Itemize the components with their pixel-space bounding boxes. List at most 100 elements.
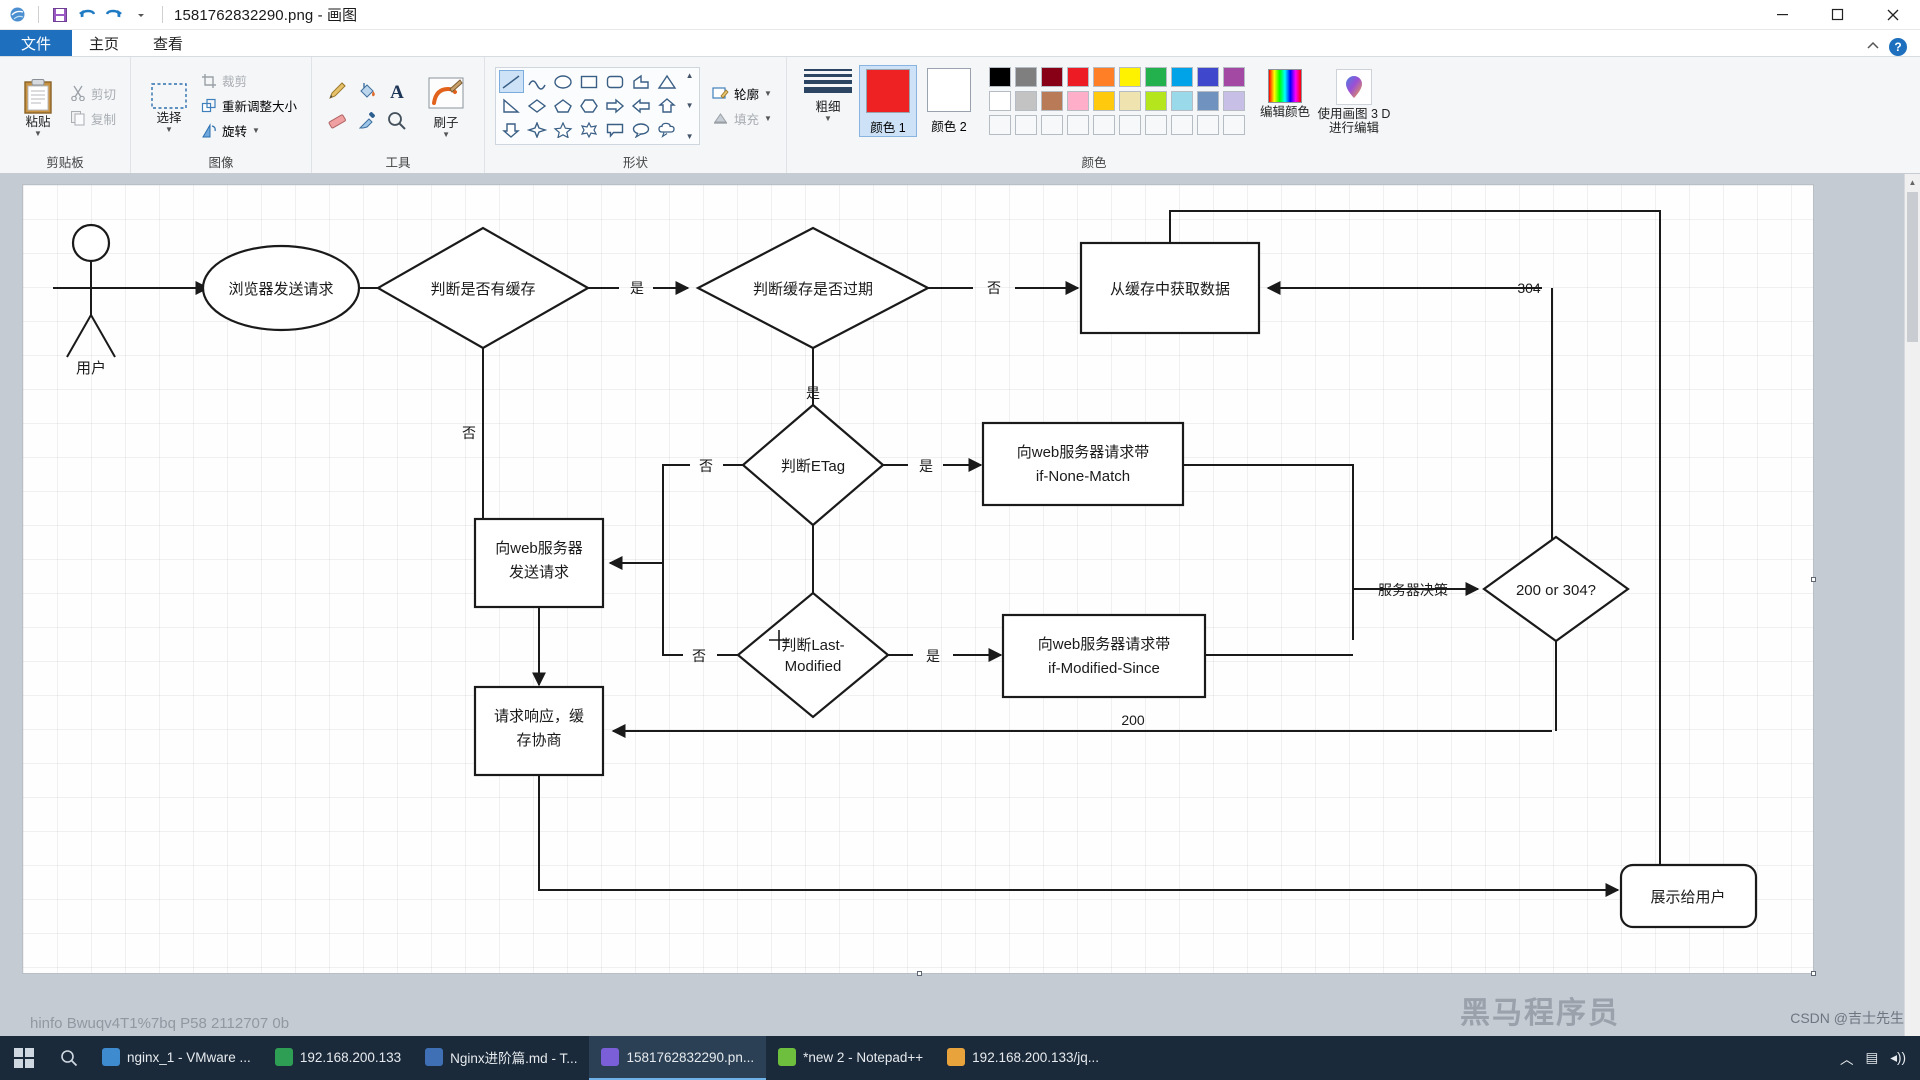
copy-button[interactable]: 复制 <box>66 107 120 130</box>
text-icon[interactable]: A <box>385 79 410 102</box>
color-palette[interactable] <box>989 67 1247 137</box>
taskbar[interactable]: nginx_1 - VMware ...192.168.200.133Nginx… <box>0 1036 1920 1080</box>
triangle-shape[interactable] <box>655 70 680 93</box>
shapes-grid[interactable] <box>498 70 680 142</box>
paste-button[interactable]: 粘贴 ▼ <box>10 74 66 138</box>
color-picker-icon[interactable] <box>355 109 380 132</box>
color2-button[interactable]: 颜色 2 <box>921 65 977 135</box>
palette-swatch-0-7[interactable] <box>1171 67 1193 87</box>
rectangle-shape[interactable] <box>577 70 602 93</box>
palette-custom-slot-3[interactable] <box>1067 115 1089 135</box>
tab-view[interactable]: 查看 <box>136 30 200 56</box>
ribbon-tabs[interactable]: 文件 主页 查看 ? <box>0 30 1920 56</box>
shapes-scroll-up-icon[interactable]: ▲ <box>682 71 697 80</box>
palette-custom-slot-7[interactable] <box>1171 115 1193 135</box>
tray-volume-icon[interactable]: ◂)) <box>1890 1050 1906 1066</box>
edit-colors-icon[interactable] <box>1268 69 1302 103</box>
magnifier-icon[interactable] <box>385 109 410 132</box>
shapes-gallery[interactable]: ▲ ▼ ▼ <box>495 67 700 145</box>
curve-shape[interactable] <box>525 70 550 93</box>
rounded-rectangle-shape[interactable] <box>603 70 628 93</box>
paint-canvas[interactable]: 用户 浏览器发送请求 判断是否有缓存 <box>22 184 1814 974</box>
palette-swatch-0-4[interactable] <box>1093 67 1115 87</box>
hexagon-shape[interactable] <box>577 94 602 117</box>
canvas-resize-handle-right[interactable] <box>1811 577 1816 582</box>
brushes-caret-icon[interactable]: ▼ <box>442 131 450 139</box>
palette-swatch-1-6[interactable] <box>1145 91 1167 111</box>
brushes-button[interactable]: 刷子 ▼ <box>418 73 474 139</box>
taskbar-item[interactable]: nginx_1 - VMware ... <box>90 1036 263 1080</box>
shapes-expand-icon[interactable]: ▼ <box>682 132 697 141</box>
palette-swatch-1-4[interactable] <box>1093 91 1115 111</box>
taskbar-item[interactable]: 192.168.200.133/jq... <box>935 1036 1111 1080</box>
color1-button[interactable]: 颜色 1 <box>859 65 917 137</box>
palette-swatch-1-1[interactable] <box>1015 91 1037 111</box>
palette-custom-slot-6[interactable] <box>1145 115 1167 135</box>
eraser-icon[interactable] <box>325 109 350 132</box>
close-button[interactable] <box>1865 0 1920 30</box>
palette-swatch-1-5[interactable] <box>1119 91 1141 111</box>
palette-swatch-1-7[interactable] <box>1171 91 1193 111</box>
palette-swatch-1-2[interactable] <box>1041 91 1063 111</box>
polygon-shape[interactable] <box>629 70 654 93</box>
taskbar-items[interactable]: nginx_1 - VMware ...192.168.200.133Nginx… <box>90 1036 1111 1080</box>
tools-grid[interactable]: A <box>322 76 412 136</box>
customize-caret-icon[interactable] <box>130 4 152 26</box>
palette-custom-slot-0[interactable] <box>989 115 1011 135</box>
palette-swatch-1-3[interactable] <box>1067 91 1089 111</box>
start-button[interactable] <box>0 1036 48 1080</box>
palette-custom-slot-2[interactable] <box>1041 115 1063 135</box>
thickness-caret-icon[interactable]: ▼ <box>824 115 832 123</box>
select-caret-icon[interactable]: ▼ <box>165 126 173 134</box>
palette-swatch-1-0[interactable] <box>989 91 1011 111</box>
taskbar-item[interactable]: *new 2 - Notepad++ <box>766 1036 935 1080</box>
rotate-caret-icon[interactable]: ▼ <box>252 127 260 135</box>
palette-swatch-0-8[interactable] <box>1197 67 1219 87</box>
down-arrow-shape[interactable] <box>499 118 524 141</box>
ribbon-tabs-right[interactable]: ? <box>1866 38 1920 56</box>
palette-swatch-0-6[interactable] <box>1145 67 1167 87</box>
window-controls[interactable] <box>1755 0 1920 30</box>
pencil-icon[interactable] <box>325 79 350 102</box>
palette-swatch-0-5[interactable] <box>1119 67 1141 87</box>
taskbar-item[interactable]: Nginx进阶篇.md - T... <box>413 1036 589 1080</box>
undo-icon[interactable] <box>76 4 98 26</box>
quick-access-toolbar[interactable] <box>0 4 168 26</box>
palette-swatch-1-8[interactable] <box>1197 91 1219 111</box>
collapse-ribbon-icon[interactable] <box>1866 38 1880 56</box>
resize-button[interactable]: 重新调整大小 <box>197 94 301 117</box>
thickness-button[interactable]: 粗细 ▼ <box>797 65 859 123</box>
system-tray[interactable]: ︿ ▤ ◂)) <box>1840 1048 1920 1068</box>
palette-swatch-0-9[interactable] <box>1223 67 1245 87</box>
taskbar-search-icon[interactable] <box>48 1036 90 1080</box>
palette-swatch-0-2[interactable] <box>1041 67 1063 87</box>
select-button[interactable]: 选择 ▼ <box>141 78 197 134</box>
taskbar-item[interactable]: 1581762832290.pn... <box>589 1036 766 1080</box>
right-triangle-shape[interactable] <box>499 94 524 117</box>
maximize-button[interactable] <box>1810 0 1865 30</box>
pentagon-shape[interactable] <box>551 94 576 117</box>
cut-button[interactable]: 剪切 <box>66 82 120 105</box>
tray-network-icon[interactable]: ▤ <box>1865 1050 1878 1066</box>
cloud-callout-shape[interactable] <box>655 118 680 141</box>
line-shape[interactable] <box>499 70 524 93</box>
color2-swatch[interactable] <box>927 68 971 112</box>
palette-custom-slot-4[interactable] <box>1093 115 1115 135</box>
palette-custom-slot-9[interactable] <box>1223 115 1245 135</box>
palette-swatch-1-9[interactable] <box>1223 91 1245 111</box>
taskbar-item[interactable]: 192.168.200.133 <box>263 1036 413 1080</box>
palette-custom-slot-1[interactable] <box>1015 115 1037 135</box>
outline-caret-icon[interactable]: ▼ <box>764 90 772 98</box>
scroll-up-icon[interactable]: ▲ <box>1905 174 1920 190</box>
vertical-scrollbar[interactable]: ▲ ▼ <box>1904 174 1920 1052</box>
fill-caret-icon[interactable]: ▼ <box>764 115 772 123</box>
tray-chevron-icon[interactable]: ︿ <box>1840 1048 1854 1068</box>
five-point-star-shape[interactable] <box>551 118 576 141</box>
scrollbar-thumb[interactable] <box>1907 192 1918 342</box>
six-point-star-shape[interactable] <box>577 118 602 141</box>
ellipse-shape[interactable] <box>551 70 576 93</box>
left-arrow-shape[interactable] <box>629 94 654 117</box>
oval-callout-shape[interactable] <box>629 118 654 141</box>
canvas-resize-handle-bottom[interactable] <box>917 971 922 976</box>
paint3d-button[interactable]: 使用画图 3 D 进行编辑 <box>1317 65 1391 135</box>
